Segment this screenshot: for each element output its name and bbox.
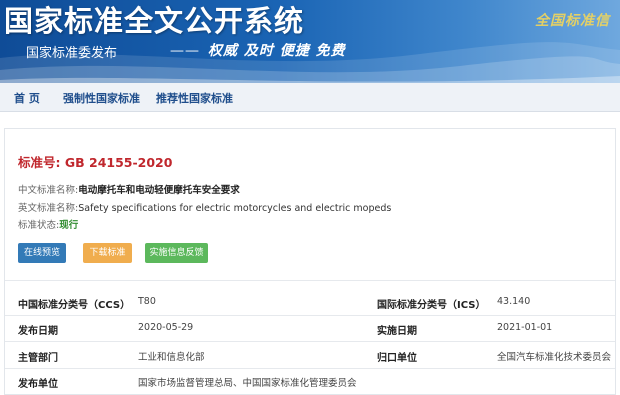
site-title: 国家标准全文公开系统	[4, 4, 305, 38]
impl-date-label: 实施日期	[377, 326, 417, 337]
publish-date-value: 2020-05-29	[138, 322, 194, 333]
online-preview-button[interactable]: 在线预览	[18, 243, 66, 263]
cn-name-value: 电动摩托车和电动轻便摩托车安全要求	[78, 185, 240, 196]
ccs-label: 中国标准分类号（CCS）	[18, 300, 131, 311]
impl-date-value: 2021-01-01	[497, 322, 553, 333]
nav-home[interactable]: 首 页	[14, 90, 40, 106]
dept-value: 工业和信息化部	[138, 352, 205, 363]
seal-logo: 全国标准信	[535, 13, 610, 29]
owner-label: 归口单位	[377, 353, 417, 364]
nav-mandatory-standards[interactable]: 强制性国家标准	[63, 90, 140, 106]
slogan-dash: ——	[170, 43, 200, 59]
download-standard-button[interactable]: 下载标准	[83, 243, 132, 263]
issuer-label: 发布单位	[18, 379, 58, 390]
header-banner: 国家标准全文公开系统 国家标准委发布 —— 权威 及时 便捷 免费 全国标准信	[0, 0, 620, 83]
standard-detail-panel: 标准号: GB 24155-2020 中文标准名称:电动摩托车和电动轻便摩托车安…	[4, 128, 616, 395]
ccs-value: T80	[138, 296, 156, 307]
meta-row-dates: 发布日期 2020-05-29 实施日期 2021-01-01	[18, 322, 616, 348]
status-row: 标准状态:现行	[18, 217, 78, 231]
status-value: 现行	[59, 220, 79, 231]
en-name-label: 英文标准名称:	[18, 203, 79, 214]
meta-row-classification: 中国标准分类号（CCS） T80 国际标准分类号（ICS） 43.140	[18, 296, 616, 322]
section-divider	[5, 280, 615, 281]
row-divider	[5, 341, 615, 342]
owner-value: 全国汽车标准化技术委员会	[497, 352, 612, 363]
meta-row-departments: 主管部门 工业和信息化部 归口单位 全国汽车标准化技术委员会	[18, 349, 616, 375]
site-slogan: —— 权威 及时 便捷 免费	[170, 40, 346, 60]
site-subtitle: 国家标准委发布	[26, 46, 118, 61]
ics-label: 国际标准分类号（ICS）	[377, 300, 486, 311]
nav-recommended-standards[interactable]: 推荐性国家标准	[156, 90, 233, 106]
publish-date-label: 发布日期	[18, 326, 58, 337]
en-name-row: 英文标准名称:Safety specifications for electri…	[18, 200, 391, 214]
main-nav: 首 页 强制性国家标准 推荐性国家标准	[0, 83, 620, 112]
dept-label: 主管部门	[18, 353, 58, 364]
en-name-value: Safety specifications for electric motor…	[78, 203, 392, 214]
cn-name-row: 中文标准名称:电动摩托车和电动轻便摩托车安全要求	[18, 182, 240, 196]
standard-number: 标准号: GB 24155-2020	[18, 155, 173, 170]
meta-row-issuer: 发布单位 国家市场监督管理总局、中国国家标准化管理委员会	[18, 375, 616, 395]
slogan-text: 权威 及时 便捷 免费	[208, 43, 346, 59]
status-label: 标准状态:	[18, 220, 60, 231]
issuer-value: 国家市场监督管理总局、中国国家标准化管理委员会	[138, 378, 357, 389]
row-divider	[5, 315, 615, 316]
cn-name-label: 中文标准名称:	[18, 185, 79, 196]
ics-value: 43.140	[497, 296, 531, 307]
row-divider	[5, 368, 615, 369]
feedback-button[interactable]: 实施信息反馈	[145, 243, 208, 263]
